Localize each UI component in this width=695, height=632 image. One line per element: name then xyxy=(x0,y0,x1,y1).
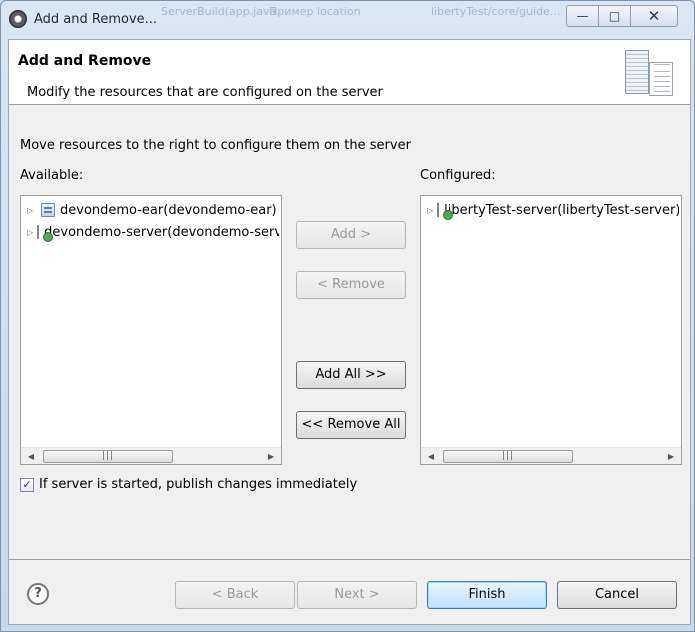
add-button[interactable]: Add > xyxy=(296,221,406,249)
configured-list[interactable]: ▷ libertyTest-server(libertyTest-server)… xyxy=(420,195,682,465)
item-label: libertyTest-server(libertyTest-server) xyxy=(444,202,679,218)
next-button[interactable]: Next > xyxy=(297,581,417,609)
cancel-button[interactable]: Cancel xyxy=(557,581,677,609)
help-icon[interactable]: ? xyxy=(27,583,49,605)
available-list[interactable]: ▷ devondemo-ear(devondemo-ear) ▷ devonde… xyxy=(20,195,282,465)
title-bar[interactable]: Add and Remove... ServerBuild(app.java П… xyxy=(1,1,694,37)
publish-checkbox-label[interactable]: If server is started, publish changes im… xyxy=(39,477,357,492)
expand-arrow-icon[interactable]: ▷ xyxy=(27,228,33,237)
scroll-right-icon[interactable]: ▶ xyxy=(664,451,678,462)
window-title: Add and Remove... xyxy=(34,12,158,27)
scroll-right-icon[interactable]: ▶ xyxy=(264,451,278,462)
background-tab-2: Пример location xyxy=(269,5,361,18)
horizontal-scrollbar[interactable]: ◀ ||| ▶ xyxy=(421,447,681,464)
server-project-icon xyxy=(437,203,454,220)
server-banner-icon xyxy=(623,48,681,100)
scrollbar-thumb[interactable]: ||| xyxy=(43,450,173,463)
list-item[interactable]: ▷ devondemo-server(devondemo-server) xyxy=(27,222,279,242)
available-label: Available: xyxy=(20,168,84,183)
instructions-text: Move resources to the right to configure… xyxy=(20,138,411,153)
publish-option[interactable]: ✓ If server is started, publish changes … xyxy=(20,477,357,492)
dialog-client-area: Add and Remove Modify the resources that… xyxy=(8,39,691,625)
remove-button[interactable]: < Remove xyxy=(296,271,406,299)
add-all-button[interactable]: Add All >> xyxy=(296,361,406,389)
finish-button[interactable]: Finish xyxy=(427,581,547,609)
page-title: Add and Remove xyxy=(18,53,152,69)
list-item[interactable]: ▷ libertyTest-server(libertyTest-server) xyxy=(427,200,679,220)
expand-arrow-icon[interactable]: ▷ xyxy=(427,206,433,215)
back-button[interactable]: < Back xyxy=(175,581,295,609)
minimize-button[interactable]: — xyxy=(566,5,599,27)
server-tower-icon xyxy=(625,50,649,94)
list-item[interactable]: ▷ devondemo-ear(devondemo-ear) xyxy=(27,200,279,220)
horizontal-scrollbar[interactable]: ◀ ||| ▶ xyxy=(21,447,281,464)
eclipse-app-icon xyxy=(9,10,27,28)
document-icon xyxy=(649,62,673,96)
background-tab-1: ServerBuild(app.java xyxy=(161,5,277,18)
close-button[interactable]: ✕ xyxy=(630,5,678,27)
wizard-header: Add and Remove Modify the resources that… xyxy=(9,40,690,105)
server-project-icon xyxy=(37,225,54,242)
configured-label: Configured: xyxy=(420,168,496,183)
dialog-window: Add and Remove... ServerBuild(app.java П… xyxy=(0,0,695,632)
scroll-left-icon[interactable]: ◀ xyxy=(424,451,438,462)
maximize-button[interactable]: □ xyxy=(598,5,631,27)
item-label: devondemo-ear(devondemo-ear) xyxy=(60,202,277,218)
scroll-left-icon[interactable]: ◀ xyxy=(24,451,38,462)
scrollbar-thumb[interactable]: ||| xyxy=(443,450,573,463)
background-tab-3: libertyTest/core/guide... xyxy=(431,5,561,18)
publish-checkbox[interactable]: ✓ xyxy=(20,477,34,492)
remove-all-button[interactable]: << Remove All xyxy=(296,411,406,439)
expand-arrow-icon[interactable]: ▷ xyxy=(27,206,37,215)
page-description: Modify the resources that are configured… xyxy=(27,85,383,100)
footer-divider xyxy=(9,559,690,560)
ear-project-icon xyxy=(41,203,55,217)
item-label: devondemo-server(devondemo-server) xyxy=(44,224,279,240)
